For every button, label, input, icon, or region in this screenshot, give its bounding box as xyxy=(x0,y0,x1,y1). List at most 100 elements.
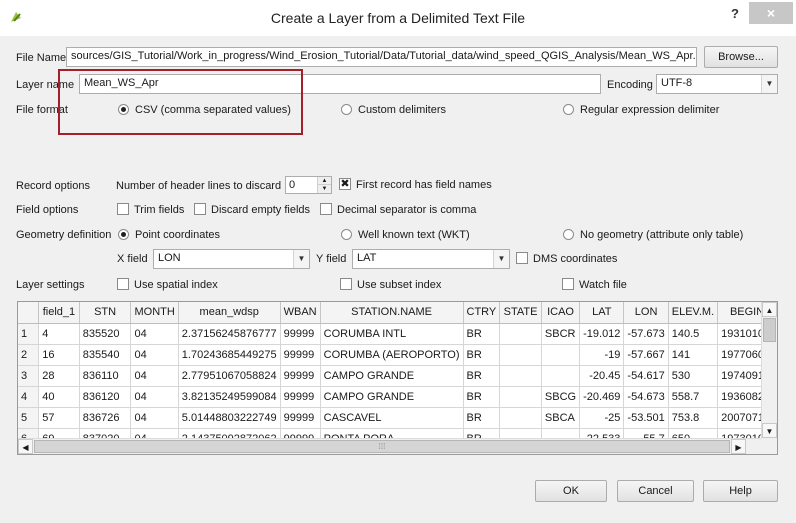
table-cell[interactable]: 99999 xyxy=(280,386,321,408)
table-cell[interactable] xyxy=(499,344,542,366)
table-cell[interactable] xyxy=(499,365,542,387)
column-header[interactable]: WBAN xyxy=(280,302,321,324)
table-cell[interactable]: BR xyxy=(463,407,501,429)
cancel-button[interactable]: Cancel xyxy=(617,480,694,502)
table-cell[interactable] xyxy=(499,323,542,345)
table-cell[interactable]: 835540 xyxy=(79,344,132,366)
table-cell[interactable]: 5.01448803222749 xyxy=(178,407,281,429)
column-header[interactable]: mean_wdsp xyxy=(178,302,281,324)
table-cell[interactable]: CASCAVEL xyxy=(320,407,464,429)
help-button[interactable]: Help xyxy=(703,480,778,502)
table-cell[interactable]: BR xyxy=(463,344,501,366)
table-cell[interactable]: SBCG xyxy=(541,386,581,408)
table-cell[interactable]: -57.667 xyxy=(623,344,669,366)
table-cell[interactable]: 530 xyxy=(668,365,719,387)
spin-down-icon[interactable]: ▼ xyxy=(317,185,331,193)
table-cell[interactable]: 4 xyxy=(38,323,80,345)
table-cell[interactable]: 2.37156245876777 xyxy=(178,323,281,345)
table-cell[interactable]: SBCR xyxy=(541,323,581,345)
regex-delimiter-radio[interactable] xyxy=(563,104,574,115)
spatial-index-checkbox[interactable] xyxy=(117,278,129,290)
table-cell[interactable]: 753.8 xyxy=(668,407,719,429)
subset-index-checkbox[interactable] xyxy=(340,278,352,290)
table-cell[interactable]: CORUMBA (AEROPORTO) xyxy=(320,344,464,366)
dms-checkbox[interactable] xyxy=(516,252,528,264)
table-row[interactable]: 5 57 836726 04 5.01448803222749 99999 CASCAVEL… xyxy=(18,407,777,429)
table-cell[interactable]: -54.673 xyxy=(623,386,669,408)
table-cell[interactable]: CAMPO GRANDE xyxy=(320,365,464,387)
table-cell[interactable]: 140.5 xyxy=(668,323,719,345)
table-cell[interactable]: 141 xyxy=(668,344,719,366)
header-lines-spinbox[interactable]: 0 ▲ ▼ xyxy=(285,176,332,194)
table-cell[interactable]: 57 xyxy=(38,407,80,429)
column-header[interactable]: LAT xyxy=(579,302,625,324)
encoding-select[interactable]: UTF-8 ▼ xyxy=(656,74,778,94)
column-header[interactable]: MONTH xyxy=(130,302,179,324)
scroll-up-icon[interactable]: ▲ xyxy=(762,302,777,317)
first-record-checkbox[interactable]: ✖ xyxy=(339,178,351,190)
x-field-select[interactable]: LON ▼ xyxy=(153,249,310,269)
table-cell[interactable]: 04 xyxy=(130,365,179,387)
horizontal-scrollbar[interactable]: ◀ ⁞⁞⁞ ▶ xyxy=(18,438,762,454)
point-coordinates-radio[interactable] xyxy=(118,229,129,240)
table-cell[interactable]: -25 xyxy=(579,407,625,429)
table-cell[interactable]: -20.469 xyxy=(579,386,625,408)
ok-button[interactable]: OK xyxy=(535,480,607,502)
table-cell[interactable]: 16 xyxy=(38,344,80,366)
table-cell[interactable]: 04 xyxy=(130,386,179,408)
table-cell[interactable]: 835520 xyxy=(79,323,132,345)
table-cell[interactable]: 836120 xyxy=(79,386,132,408)
column-header[interactable]: ICAO xyxy=(541,302,581,324)
table-cell[interactable] xyxy=(541,365,581,387)
table-cell[interactable]: -19 xyxy=(579,344,625,366)
browse-button[interactable]: Browse... xyxy=(704,46,778,68)
sample-data-table[interactable]: field_1 STN MONTH mean_wdsp WBAN STATION… xyxy=(17,301,778,455)
vertical-scrollbar[interactable]: ▲ ▼ xyxy=(761,302,777,438)
table-cell[interactable]: 2.77951067058824 xyxy=(178,365,281,387)
table-cell[interactable]: 99999 xyxy=(280,365,321,387)
watch-file-checkbox[interactable] xyxy=(562,278,574,290)
scroll-thumb[interactable]: ⁞⁞⁞ xyxy=(34,440,730,453)
table-cell[interactable]: 1.70243685449275 xyxy=(178,344,281,366)
table-cell[interactable]: -54.617 xyxy=(623,365,669,387)
help-icon[interactable]: ? xyxy=(724,6,746,24)
table-row[interactable]: 4 40 836120 04 3.82135249599084 99999 CAMPO GR… xyxy=(18,386,777,408)
table-cell[interactable] xyxy=(541,344,581,366)
column-header[interactable]: STATE xyxy=(499,302,542,324)
table-cell[interactable]: 836726 xyxy=(79,407,132,429)
table-cell[interactable]: BR xyxy=(463,323,501,345)
custom-delimiters-radio[interactable] xyxy=(341,104,352,115)
scroll-left-icon[interactable]: ◀ xyxy=(18,439,33,454)
y-field-select[interactable]: LAT ▼ xyxy=(352,249,510,269)
table-row[interactable]: 1 4 835520 04 2.37156245876777 99999 CORUMBA I… xyxy=(18,323,777,345)
table-cell[interactable]: CORUMBA INTL xyxy=(320,323,464,345)
no-geometry-radio[interactable] xyxy=(563,229,574,240)
column-header[interactable]: STN xyxy=(79,302,132,324)
column-header[interactable]: field_1 xyxy=(38,302,80,324)
close-icon[interactable]: × xyxy=(749,2,793,24)
trim-fields-checkbox[interactable] xyxy=(117,203,129,215)
scroll-right-icon[interactable]: ▶ xyxy=(731,439,746,454)
table-cell[interactable]: BR xyxy=(463,386,501,408)
column-header[interactable]: STATION.NAME xyxy=(320,302,464,324)
table-cell[interactable]: 04 xyxy=(130,323,179,345)
scroll-thumb[interactable] xyxy=(763,318,776,342)
table-cell[interactable]: 28 xyxy=(38,365,80,387)
table-cell[interactable]: 04 xyxy=(130,407,179,429)
table-cell[interactable]: 558.7 xyxy=(668,386,719,408)
table-cell[interactable]: 99999 xyxy=(280,344,321,366)
scroll-down-icon[interactable]: ▼ xyxy=(762,423,777,438)
table-cell[interactable]: -57.673 xyxy=(623,323,669,345)
column-header[interactable]: ELEV.M. xyxy=(668,302,719,324)
table-cell[interactable]: 836110 xyxy=(79,365,132,387)
table-row[interactable]: 2 16 835540 04 1.70243685449275 99999 CORUMBA … xyxy=(18,344,777,366)
table-row[interactable]: 3 28 836110 04 2.77951067058824 99999 CAMPO GR… xyxy=(18,365,777,387)
table-cell[interactable]: CAMPO GRANDE xyxy=(320,386,464,408)
decimal-comma-checkbox[interactable] xyxy=(320,203,332,215)
table-cell[interactable] xyxy=(499,386,542,408)
table-cell[interactable]: BR xyxy=(463,365,501,387)
table-cell[interactable]: -19.012 xyxy=(579,323,625,345)
table-cell[interactable]: 3.82135249599084 xyxy=(178,386,281,408)
table-cell[interactable]: 99999 xyxy=(280,323,321,345)
discard-empty-checkbox[interactable] xyxy=(194,203,206,215)
